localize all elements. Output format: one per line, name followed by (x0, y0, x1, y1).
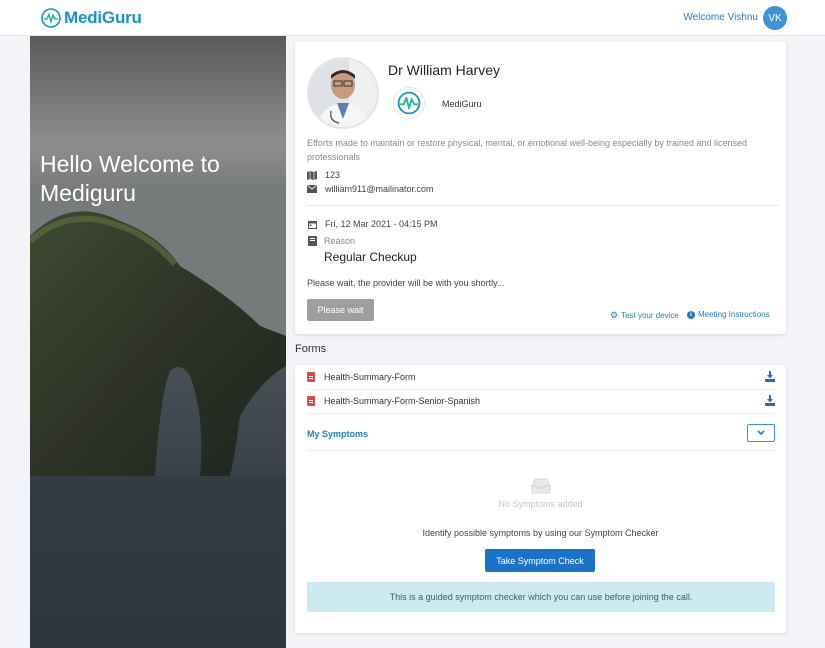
form-item[interactable]: Health-Summary-Form-Senior-Spanish (307, 389, 775, 413)
brand-name: MediGuru (64, 8, 142, 27)
hero-image-panel: Hello Welcome to Mediguru (30, 36, 286, 648)
form-item[interactable]: Health-Summary-Form (307, 365, 775, 389)
user-avatar[interactable]: VK (763, 6, 787, 30)
my-symptoms-heading[interactable]: My Symptoms (307, 429, 368, 439)
doctor-description: Efforts made to maintain or restore phys… (307, 138, 748, 162)
appointment-datetime-row: Fri, 12 Mar 2021 - 04:15 PM (307, 219, 438, 229)
hero-title: Hello Welcome to Mediguru (40, 151, 220, 206)
divider (307, 413, 775, 414)
download-icon[interactable] (765, 371, 775, 382)
organization-name: MediGuru (442, 99, 482, 109)
top-bar: MediGuru Welcome Vishnu VK (0, 0, 825, 36)
forms-card: Health-Summary-Form Health-Summary-Form-… (295, 365, 786, 633)
doctor-portrait-image (309, 59, 377, 127)
divider (307, 450, 775, 451)
divider (307, 205, 779, 206)
doctor-id: 123 (325, 170, 341, 180)
symptoms-toggle-button[interactable] (747, 424, 775, 442)
info-icon: i (687, 310, 695, 319)
form-item-label: Health-Summary-Form (324, 372, 416, 382)
reason-row (307, 236, 325, 246)
welcome-text: Welcome Vishnu (683, 12, 758, 23)
pdf-file-icon (307, 372, 315, 382)
book-icon (307, 236, 317, 246)
forms-heading: Forms (295, 343, 327, 355)
doctor-email-row: william911@mailinator.com (307, 184, 434, 194)
empty-inbox-icon (531, 478, 551, 494)
doctor-photo (307, 57, 379, 129)
reason-value: Regular Checkup (324, 250, 417, 264)
appointment-datetime: Fri, 12 Mar 2021 - 04:15 PM (325, 219, 438, 229)
guided-info-box: This is a guided symptom checker which y… (307, 582, 775, 612)
envelope-icon (307, 184, 317, 194)
doctor-id-row: 123 (307, 170, 340, 180)
chevron-down-icon (757, 430, 765, 436)
form-item-label: Health-Summary-Form-Senior-Spanish (324, 396, 481, 406)
reason-label: Reason (324, 236, 356, 246)
pdf-file-icon (307, 396, 315, 406)
test-device-link[interactable]: ⚙ Test your device (610, 310, 679, 321)
wait-message: Please wait, the provider will be with y… (307, 278, 505, 288)
doctor-card: Dr William Harvey MediGuru Efforts made … (295, 42, 786, 334)
doctor-name: Dr William Harvey (388, 62, 500, 78)
mediguru-logo-icon (41, 8, 61, 28)
map-icon (307, 170, 317, 180)
meeting-instructions-label: Meeting Instructions (698, 310, 770, 319)
download-icon[interactable] (765, 395, 775, 406)
gear-icon: ⚙ (610, 310, 619, 320)
mediguru-logo-icon (397, 91, 421, 115)
take-symptom-check-button[interactable]: Take Symptom Check (485, 549, 595, 572)
sea-arch-image (30, 36, 286, 648)
meeting-instructions-link[interactable]: i Meeting Instructions (687, 310, 770, 319)
calendar-icon (307, 219, 317, 229)
doctor-email: william911@mailinator.com (325, 184, 434, 194)
brand-logo[interactable]: MediGuru (41, 8, 142, 28)
please-wait-button[interactable]: Please wait (307, 299, 374, 321)
symptom-checker-prompt: Identify possible symptoms by using our … (422, 528, 659, 538)
no-symptoms-text: No Symptoms added (498, 499, 583, 509)
test-device-label: Test your device (621, 311, 679, 320)
organization-logo (393, 87, 425, 119)
